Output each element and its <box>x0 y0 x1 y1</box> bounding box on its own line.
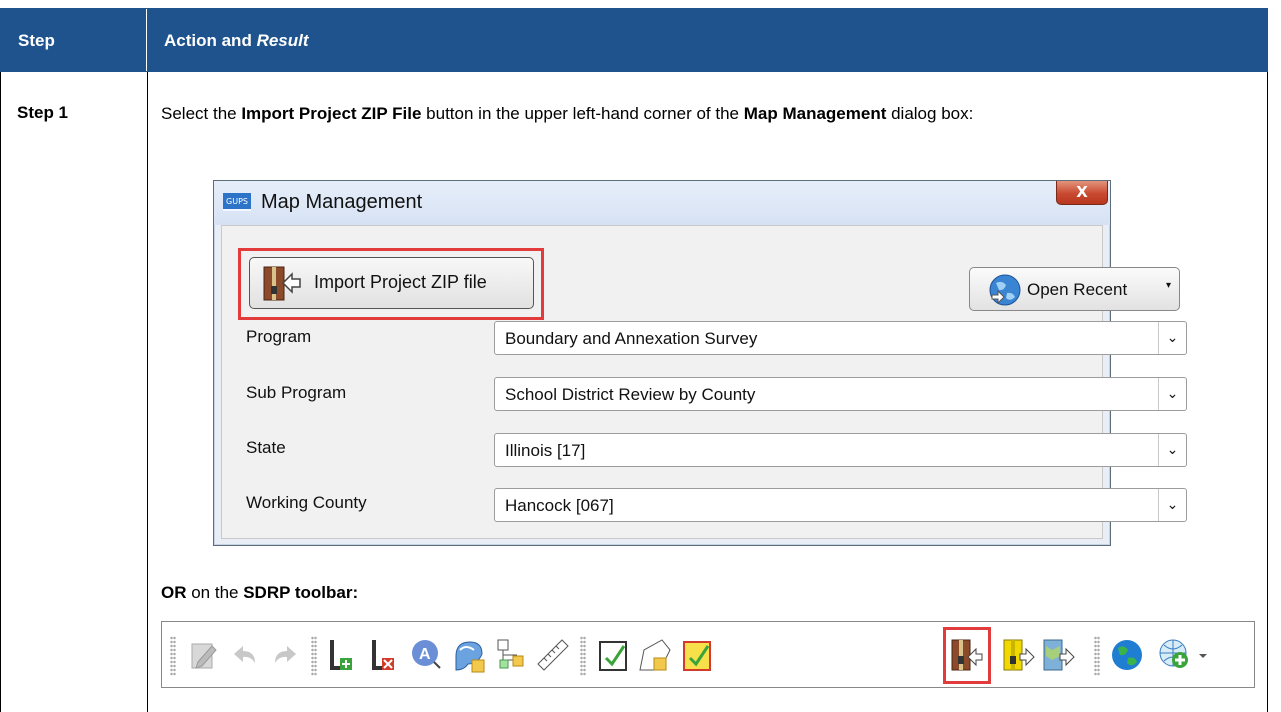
step-action-cell: Select the Import Project ZIP File butto… <box>149 72 1267 712</box>
map-management-dialog: GUPS Map Management X Import Project ZIP… <box>213 180 1187 546</box>
step-number: Step 1 <box>1 72 148 712</box>
toolbar-grip[interactable] <box>311 636 317 676</box>
change-name-icon[interactable]: A <box>408 636 446 674</box>
chevron-down-icon[interactable]: ⌄ <box>1158 489 1186 521</box>
sub-program-select-value: School District Review by County <box>505 385 756 404</box>
table-header-row: Step Action and Result <box>0 8 1268 72</box>
working-county-label: Working County <box>246 493 367 512</box>
globe-icon <box>989 274 1021 306</box>
program-label: Program <box>246 327 312 346</box>
import-button-label: Import Project ZIP file <box>314 272 487 292</box>
header-step: Step <box>1 9 147 71</box>
add-feature-icon[interactable] <box>324 636 362 674</box>
review-submission-icon[interactable] <box>678 636 716 674</box>
export-map-icon[interactable] <box>1040 636 1078 674</box>
working-county-select[interactable]: Hancock [067] ⌄ <box>494 488 1187 522</box>
program-select-value: Boundary and Annexation Survey <box>505 329 758 348</box>
state-select[interactable]: Illinois [17] ⌄ <box>494 433 1187 467</box>
review-changes-icon[interactable] <box>450 636 488 674</box>
cropped-heading-fragment <box>0 0 1281 8</box>
zip-archive-icon <box>263 266 301 301</box>
dialog-title: Map Management <box>261 191 423 213</box>
globe-icon[interactable] <box>1108 636 1146 674</box>
header-action-and-result: Action and Result <box>164 31 309 50</box>
add-wms-layer-icon[interactable] <box>1156 636 1194 674</box>
open-recent-caret-icon: ▾ <box>1166 280 1172 291</box>
gups-app-icon: GUPS <box>223 193 251 211</box>
sdrp-toolbar: A <box>161 621 1255 688</box>
sub-program-label: Sub Program <box>246 383 347 402</box>
toolbar-grip[interactable] <box>170 636 176 676</box>
state-label: State <box>246 438 286 457</box>
import-project-zip-button[interactable]: Import Project ZIP file <box>249 257 534 309</box>
dialog-body: Import Project ZIP file Open Recent ▾ Pr… <box>221 225 1187 539</box>
toolbar-grip[interactable] <box>580 636 586 676</box>
open-recent-button[interactable]: Open Recent ▾ <box>969 267 1180 311</box>
topology-icon[interactable] <box>492 636 530 674</box>
close-button[interactable]: X <box>1056 181 1108 205</box>
redo-icon[interactable] <box>266 636 304 674</box>
state-select-value: Illinois [17] <box>505 441 586 460</box>
export-project-icon[interactable] <box>1000 636 1038 674</box>
chevron-down-icon[interactable] <box>1196 636 1210 674</box>
table-row-step-1: Step 1 Select the Import Project ZIP Fil… <box>0 72 1268 712</box>
delete-feature-icon[interactable] <box>366 636 404 674</box>
chevron-down-icon[interactable]: ⌄ <box>1158 434 1186 466</box>
toolbar-grip[interactable] <box>1094 636 1100 676</box>
svg-text:A: A <box>419 646 431 663</box>
dialog-title-bar: GUPS Map Management X <box>214 181 1110 225</box>
import-project-zip-icon[interactable] <box>948 636 986 674</box>
instruction-text: Select the Import Project ZIP File butto… <box>161 104 974 123</box>
validate-icon[interactable] <box>594 636 632 674</box>
sub-program-select[interactable]: School District Review by County ⌄ <box>494 377 1187 411</box>
open-recent-label: Open Recent <box>1027 280 1128 299</box>
undo-icon[interactable] <box>226 636 264 674</box>
chevron-down-icon[interactable]: ⌄ <box>1158 322 1186 354</box>
measure-icon[interactable] <box>534 636 572 674</box>
program-select[interactable]: Boundary and Annexation Survey ⌄ <box>494 321 1187 355</box>
chevron-down-icon[interactable]: ⌄ <box>1158 378 1186 410</box>
toggle-editing-icon[interactable] <box>184 636 222 674</box>
create-boundary-icon[interactable] <box>636 636 674 674</box>
working-county-select-value: Hancock [067] <box>505 496 614 515</box>
instruction-text-or: OR on the SDRP toolbar: <box>161 583 359 602</box>
